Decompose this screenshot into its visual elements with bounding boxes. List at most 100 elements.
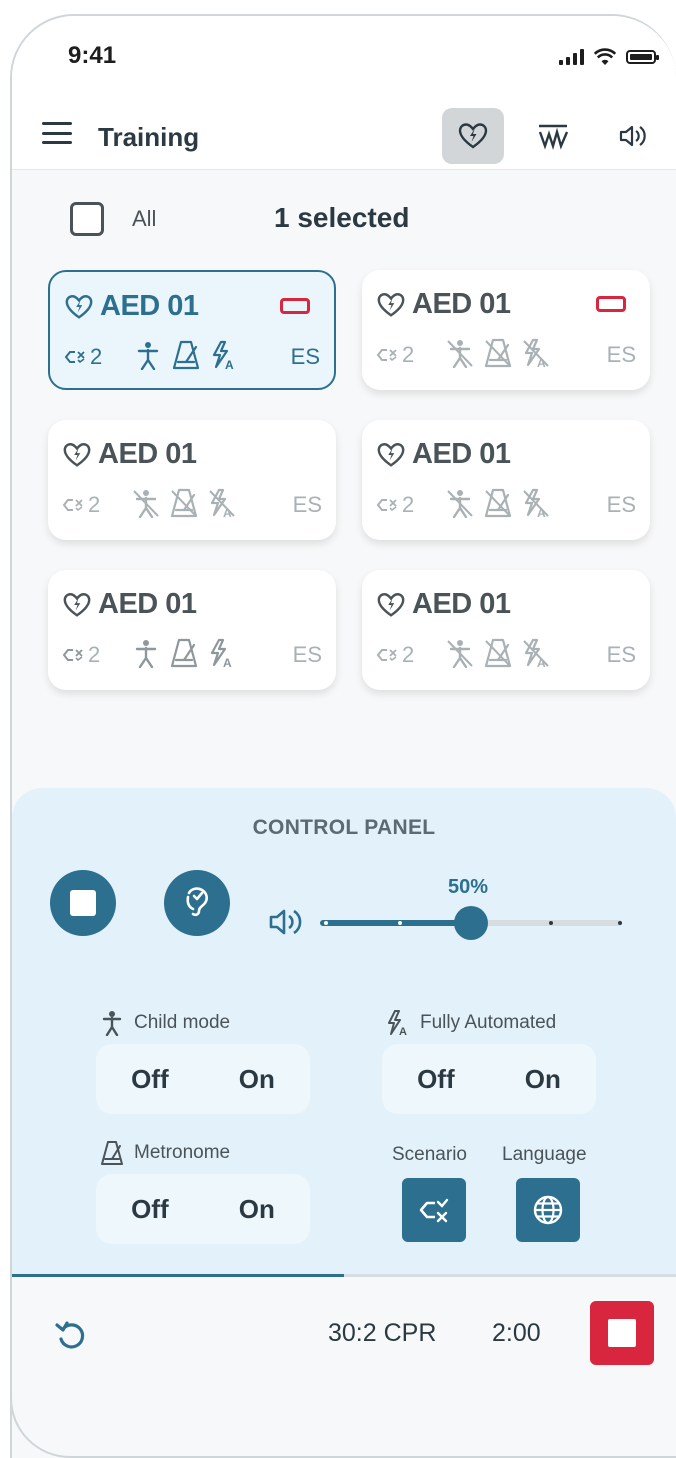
device-card[interactable]: AED 01 2 A ES (362, 570, 650, 690)
device-scenario: 2 (376, 642, 446, 668)
scenario-icon (62, 649, 83, 662)
battery-low-icon (596, 296, 626, 312)
device-mode-icons: A (446, 338, 550, 373)
page-title: Training (98, 122, 200, 152)
child-mode-off[interactable]: Off (131, 1064, 169, 1095)
assistance-button[interactable] (164, 870, 230, 936)
speaker-icon (619, 125, 646, 147)
auto-shock-icon: A (388, 1010, 407, 1036)
battery-icon (626, 50, 659, 64)
device-name: AED 01 (98, 588, 197, 620)
child-mode-icon (132, 638, 160, 673)
device-language: ES (290, 344, 320, 369)
footer-bar: 30:2 CPR 2:00 (12, 1277, 676, 1458)
volume-slider-thumb[interactable] (454, 906, 488, 940)
fully-automated-on[interactable]: On (525, 1064, 561, 1095)
slider-tick (324, 921, 328, 925)
device-status-row: 2 A ES (376, 338, 636, 372)
child-mode-label: Child mode (100, 1010, 230, 1036)
metronome-icon (170, 488, 198, 523)
device-scenario: 2 (62, 492, 132, 518)
child-mode-icon (446, 488, 474, 523)
metronome-toggle[interactable]: Off On (96, 1174, 310, 1244)
language-label: Language (502, 1144, 587, 1165)
device-mode-icons: A (132, 638, 236, 673)
device-mode-icons: A (134, 340, 238, 375)
svg-text:A: A (223, 656, 232, 668)
child-mode-icon (446, 338, 474, 373)
stop-session-button[interactable] (590, 1301, 654, 1365)
device-card[interactable]: AED 01 2 A ES (362, 270, 650, 390)
device-card[interactable]: AED 01 2 A ES (48, 270, 336, 390)
device-name: AED 01 (412, 438, 511, 470)
volume-slider[interactable] (320, 906, 622, 940)
control-panel: CONTROL PANEL 50% Child mode Off On A Fu… (12, 788, 676, 1276)
app-header: Training (12, 96, 676, 170)
control-panel-title: CONTROL PANEL (252, 816, 436, 839)
device-status-row: 2 A ES (62, 638, 322, 672)
child-icon (102, 1011, 122, 1036)
metronome-on[interactable]: On (239, 1194, 275, 1225)
slider-tick (549, 921, 553, 925)
svg-text:A: A (225, 358, 234, 370)
device-card[interactable]: AED 01 2 A ES (48, 420, 336, 540)
sound-view-button[interactable] (602, 108, 664, 164)
waveform-view-button[interactable] (522, 108, 584, 164)
device-name: AED 01 (98, 438, 197, 470)
device-card[interactable]: AED 01 2 A ES (362, 420, 650, 540)
stop-all-button[interactable] (50, 870, 116, 936)
menu-icon[interactable] (42, 122, 72, 144)
status-bar: 9:41 (12, 16, 676, 96)
status-time: 9:41 (68, 42, 117, 69)
scenario-icon (376, 349, 397, 362)
child-mode-icon (446, 638, 474, 673)
device-language: ES (606, 342, 636, 367)
device-mode-icons: A (446, 488, 550, 523)
auto-shock-icon: A (208, 638, 236, 673)
fully-automated-off[interactable]: Off (417, 1064, 455, 1095)
globe-icon (533, 1195, 563, 1225)
battery-low-icon (280, 298, 310, 314)
device-language: ES (606, 642, 636, 667)
aed-heart-icon (62, 590, 92, 620)
cpr-mode-label: 30:2 CPR (328, 1319, 437, 1347)
select-all-checkbox[interactable] (70, 202, 104, 236)
aed-heart-icon (62, 440, 92, 470)
device-mode-icons: A (132, 488, 236, 523)
auto-shock-icon: A (522, 638, 550, 673)
device-scenario: 2 (64, 344, 134, 370)
scenario-label: Scenario (392, 1144, 467, 1165)
aed-heart-icon (64, 292, 94, 322)
language-button[interactable] (516, 1178, 580, 1242)
metronome-off[interactable]: Off (131, 1194, 169, 1225)
device-scenario: 2 (376, 342, 446, 368)
stop-icon (608, 1319, 636, 1347)
device-status-row: 2 A ES (62, 488, 322, 522)
signal-icon (559, 49, 584, 65)
device-card[interactable]: AED 01 2 A ES (48, 570, 336, 690)
device-name: AED 01 (100, 290, 199, 322)
waveform-icon (538, 124, 569, 151)
headset-icon (186, 887, 208, 917)
volume-percent: 50% (448, 876, 489, 898)
scenario-icon (62, 499, 83, 512)
child-mode-icon (132, 488, 160, 523)
child-mode-on[interactable]: On (239, 1064, 275, 1095)
child-mode-toggle[interactable]: Off On (96, 1044, 310, 1114)
device-status-row: 2 A ES (64, 340, 320, 374)
aed-heart-icon (376, 440, 406, 470)
device-mode-icons: A (446, 638, 550, 673)
stop-icon (70, 890, 96, 916)
fully-automated-toggle[interactable]: Off On (382, 1044, 596, 1114)
slider-tick (398, 921, 402, 925)
metronome-icon (101, 1141, 123, 1165)
fully-automated-label: A Fully Automated (386, 1010, 556, 1036)
reset-icon[interactable] (54, 1319, 88, 1353)
scenario-icon (64, 351, 85, 364)
metronome-icon (484, 488, 512, 523)
scenario-button[interactable] (402, 1178, 466, 1242)
auto-shock-icon: A (522, 488, 550, 523)
device-scenario: 2 (62, 642, 132, 668)
aed-view-button[interactable] (442, 108, 504, 164)
select-all-label: All (132, 206, 157, 231)
